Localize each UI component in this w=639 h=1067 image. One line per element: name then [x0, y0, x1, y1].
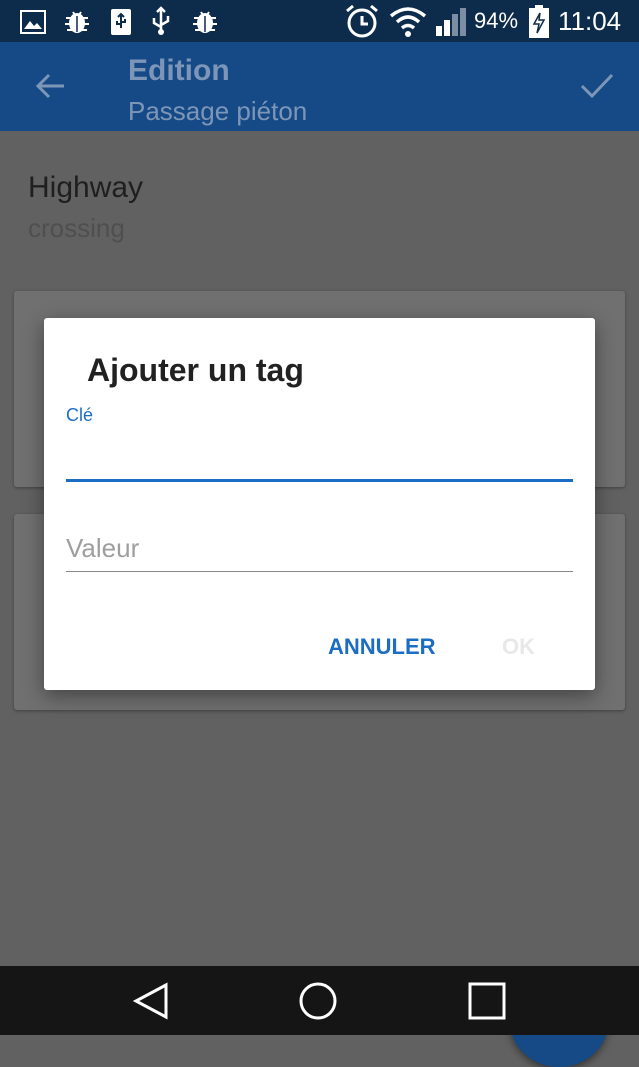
battery-percent: 94%	[474, 8, 519, 33]
arrow-back-icon[interactable]	[34, 71, 66, 101]
home-circle-icon[interactable]	[298, 981, 338, 1021]
image-icon	[20, 10, 46, 34]
tag-key-label: Highway	[28, 171, 144, 204]
wifi-icon	[389, 7, 427, 37]
ok-button[interactable]: OK	[502, 634, 535, 660]
key-input[interactable]	[66, 438, 573, 474]
key-field-label: Clé	[66, 405, 94, 425]
check-icon[interactable]	[580, 72, 614, 100]
cancel-button[interactable]: ANNULER	[328, 634, 436, 660]
navigation-bar	[0, 966, 639, 1035]
value-input-underline	[66, 571, 573, 572]
page-subtitle: Passage piéton	[128, 96, 308, 126]
recents-square-icon[interactable]	[468, 982, 506, 1020]
battery-charging-icon	[529, 5, 549, 38]
signal-icon	[436, 8, 466, 36]
back-triangle-icon[interactable]	[133, 982, 169, 1020]
alarm-icon	[346, 4, 378, 38]
tag-value-label: crossing	[28, 213, 125, 243]
bug-icon	[193, 11, 217, 33]
add-tag-dialog: Ajouter un tag Clé ANNULER OK	[44, 318, 595, 690]
bug-icon	[65, 11, 89, 33]
status-bar: 94% 11:04	[0, 0, 639, 42]
page-title: Edition	[128, 54, 230, 87]
value-input[interactable]	[66, 530, 573, 566]
highway-tag[interactable]: Highway crossing	[0, 131, 639, 276]
clock: 11:04	[558, 6, 622, 36]
usb-storage-icon	[111, 9, 131, 35]
app-bar: Edition Passage piéton	[0, 42, 639, 131]
key-input-underline	[66, 479, 573, 482]
dialog-title: Ajouter un tag	[87, 352, 304, 388]
usb-icon	[152, 6, 170, 35]
